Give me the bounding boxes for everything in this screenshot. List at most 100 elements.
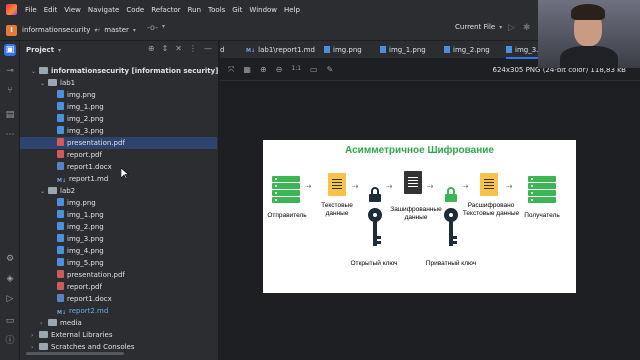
arrow-icon: ⇢	[506, 182, 514, 191]
tree-file[interactable]: report.pdf	[20, 281, 217, 293]
tree-file[interactable]: report1.docx	[20, 293, 217, 305]
run-config-selector[interactable]: Current File ▾	[455, 23, 502, 31]
tree-file[interactable]: img_2.png	[20, 221, 217, 233]
tree-file[interactable]: presentation.pdf	[20, 269, 217, 281]
chevron-down-icon[interactable]: ▾	[58, 47, 61, 54]
encrypted-label: Зашифрованные данные	[390, 206, 442, 221]
menu-git[interactable]: Git	[232, 6, 242, 14]
horizontal-scrollbar[interactable]	[26, 352, 124, 355]
tree-file[interactable]: img_1.png	[20, 101, 217, 113]
menu-tools[interactable]: Tools	[208, 6, 225, 14]
ide-logo-icon[interactable]	[6, 4, 17, 15]
chevron-down-icon: ▾	[132, 26, 136, 34]
tree-folder[interactable]: ⌄ lab2	[20, 185, 217, 197]
branch-switcher[interactable]: ⑂ master ▾	[96, 23, 136, 37]
actual-size-button[interactable]: 1:1	[291, 65, 301, 75]
fit-icon[interactable]: ⤧	[228, 65, 234, 75]
tree-file[interactable]: presentation.pdf	[20, 137, 217, 149]
menu-view[interactable]: View	[64, 6, 81, 14]
tree-file[interactable]: img.png	[20, 89, 217, 101]
tab-report1-md[interactable]: M↓ lab1\report1.md	[246, 41, 315, 59]
structure-icon[interactable]: ▤	[4, 109, 16, 121]
terminal-icon[interactable]: ▭	[4, 315, 16, 327]
run-tool-icon[interactable]: ▷	[4, 293, 16, 305]
debug-icon[interactable]: ✱	[523, 23, 531, 33]
menu-navigate[interactable]: Navigate	[88, 6, 119, 14]
tab-img-2[interactable]: img_2.png	[444, 41, 490, 59]
menu-help[interactable]: Help	[284, 6, 300, 14]
minimize-icon[interactable]: —	[204, 44, 212, 53]
menu-run[interactable]: Run	[188, 6, 201, 14]
menu-window[interactable]: Window	[249, 6, 277, 14]
left-tool-strip: ▣ ⊸ ⑂ ▤ ⋯ ⚙ ◈ ▷ ▭ ⓘ	[0, 41, 20, 360]
tree-file[interactable]: M↓ report1.md	[20, 173, 217, 185]
zoom-out-icon[interactable]: ⊖	[276, 65, 283, 75]
menu-refactor[interactable]: Refactor	[151, 6, 180, 14]
menu-code[interactable]: Code	[126, 6, 144, 14]
tree-item-label: img_3.png	[67, 235, 104, 243]
grid-icon[interactable]: ▦	[243, 65, 251, 75]
tree-item-label: presentation.pdf	[67, 271, 125, 279]
tree-file[interactable]: img_3.png	[20, 233, 217, 245]
png-file-icon	[57, 234, 64, 242]
tab-img-3[interactable]: img_3.	[506, 41, 539, 59]
collapse-icon[interactable]: ⇕	[162, 44, 169, 53]
problems-icon[interactable]: ⓘ	[4, 335, 16, 347]
tree-file[interactable]: M↓ report2.md	[20, 305, 217, 317]
branch-name: master	[104, 26, 129, 34]
tree-file[interactable]: img_4.png	[20, 245, 217, 257]
tab-partial[interactable]: d	[220, 41, 232, 59]
tree-folder[interactable]: › media	[20, 317, 217, 329]
menu-edit[interactable]: Edit	[44, 6, 58, 14]
tree-item-label: presentation.pdf	[67, 139, 125, 147]
tree-file[interactable]: img_3.png	[20, 125, 217, 137]
chevron-down-icon[interactable]: ▾	[162, 23, 165, 32]
sender-label: Отправитель	[267, 212, 307, 219]
folder-file-icon	[39, 67, 48, 74]
commit-tool-icon[interactable]: ⊸	[4, 65, 16, 77]
md-file-icon: M↓	[57, 178, 67, 184]
unlock-icon	[445, 187, 457, 202]
run-icon[interactable]: ▷	[508, 23, 515, 33]
options-icon[interactable]: ⋮	[189, 44, 197, 53]
png-file-icon	[57, 222, 64, 230]
tree-library[interactable]: › External Libraries	[20, 329, 217, 341]
tree-file[interactable]: img_5.png	[20, 257, 217, 269]
layers-icon[interactable]: ◈	[4, 273, 16, 285]
tree-folder[interactable]: ⌄ lab1	[20, 77, 217, 89]
tab-img[interactable]: img.png	[324, 41, 362, 59]
tree-file[interactable]: report1.docx	[20, 161, 217, 173]
tree-file[interactable]: img_2.png	[20, 113, 217, 125]
locate-icon[interactable]: ⊕	[148, 44, 155, 53]
tree-file[interactable]: img_1.png	[20, 209, 217, 221]
close-icon[interactable]: ✕	[175, 44, 182, 53]
project-tool-icon[interactable]: ▣	[4, 44, 16, 56]
tree-item-label: media	[60, 319, 82, 327]
project-panel-title[interactable]: Project	[26, 46, 54, 54]
tab-label: img_2.png	[453, 46, 490, 54]
tree-file[interactable]: report.pdf	[20, 149, 217, 161]
tab-img-1[interactable]: img_1.png	[380, 41, 426, 59]
more-tools-icon[interactable]: ⋯	[4, 129, 16, 141]
pdf-file-icon	[57, 282, 64, 290]
tree-file[interactable]: img.png	[20, 197, 217, 209]
tree-item-label: img_2.png	[67, 223, 104, 231]
pull-requests-icon[interactable]: ⑂	[4, 85, 16, 97]
arrow-icon: ⇢	[352, 182, 360, 191]
zoom-in-icon[interactable]: ⊕	[260, 65, 267, 75]
tab-label: img_3.	[515, 46, 539, 54]
vcs-icons: -o- ▾	[147, 23, 165, 32]
tree-folder[interactable]: ⌄ informationsecurity [information securi…	[20, 65, 258, 77]
commit-icon[interactable]: -o-	[147, 23, 158, 32]
tree-item-label: report.pdf	[67, 151, 102, 159]
tree-item-label: img_4.png	[67, 247, 104, 255]
color-picker-icon[interactable]: ✎	[327, 65, 334, 75]
fit-window-icon[interactable]: ▭	[310, 65, 318, 75]
branch-icon: ⑂	[96, 26, 101, 34]
plugins-icon[interactable]: ⚙	[4, 253, 16, 265]
menu-file[interactable]: File	[25, 6, 37, 14]
png-file-icon	[57, 210, 64, 218]
project-switcher[interactable]: I informationsecurity ▾	[6, 23, 97, 37]
text-data-label: Текстовые данные	[321, 202, 353, 217]
decrypted-label: Расшифровано Текстовые данные	[462, 202, 520, 217]
